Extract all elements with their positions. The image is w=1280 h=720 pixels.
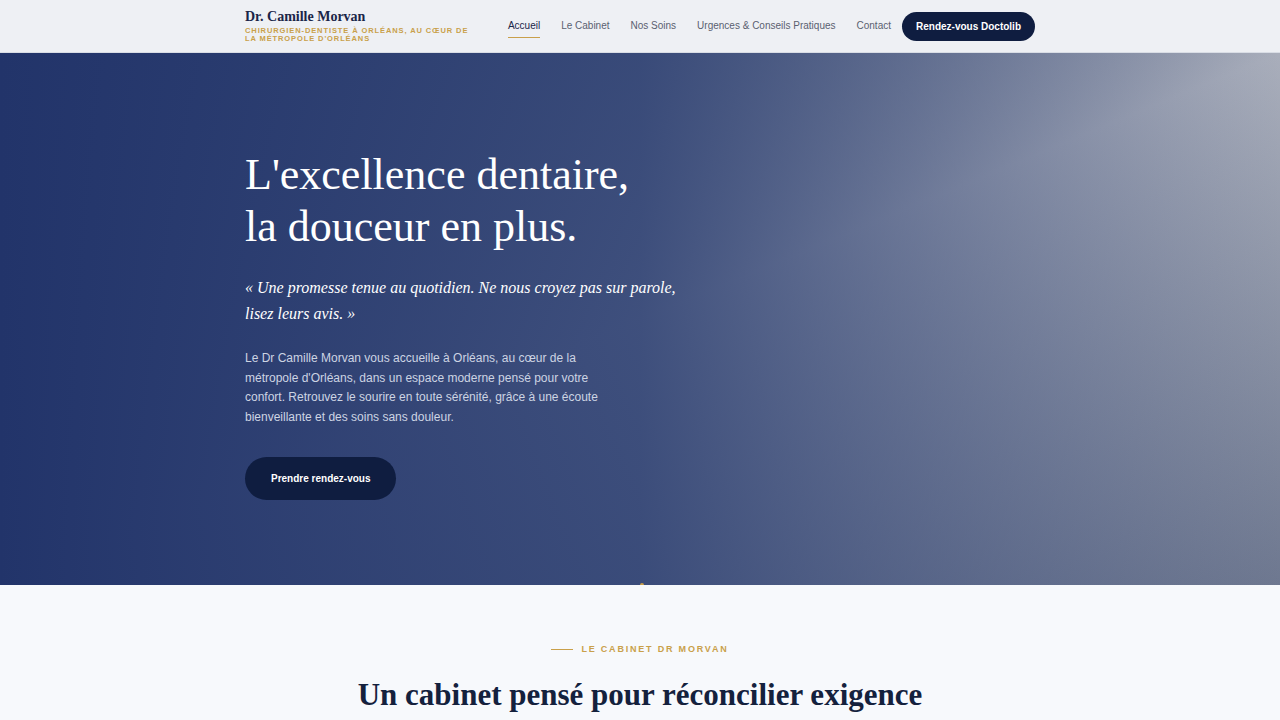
brand[interactable]: Dr. Camille Morvan CHIRURGIEN-DENTISTE À …	[245, 9, 477, 43]
appointment-button[interactable]: Prendre rendez-vous	[245, 457, 396, 500]
nav-link[interactable]: Accueil	[508, 14, 540, 38]
nav-link[interactable]: Le Cabinet	[561, 14, 609, 38]
section-heading: Un cabinet pensé pour réconcilier exigen…	[358, 675, 923, 715]
nav-link[interactable]: Nos Soins	[631, 14, 677, 38]
page: Dr. Camille Morvan CHIRURGIEN-DENTISTE À …	[0, 0, 1280, 720]
cabinet-section: LE CABINET DR MORVAN Un cabinet pensé pou…	[0, 585, 1280, 715]
site-header: Dr. Camille Morvan CHIRURGIEN-DENTISTE À …	[0, 0, 1280, 53]
brand-name: Dr. Camille Morvan	[245, 9, 477, 25]
hero-quote: « Une promesse tenue au quotidien. Ne no…	[245, 275, 685, 327]
section-eyebrow: LE CABINET DR MORVAN	[551, 643, 728, 657]
hero: L'excellence dentaire,la douceur en plus…	[0, 53, 1280, 585]
main-nav: Accueil Le Cabinet Nos Soins Urgences & Con…	[508, 12, 1035, 41]
brand-tagline: CHIRURGIEN-DENTISTE À ORLÉANS, AU CŒUR D…	[245, 27, 477, 43]
scroll-dot	[640, 583, 644, 585]
hero-overlay	[0, 53, 1280, 585]
doctolib-button[interactable]: Rendez-vous Doctolib	[902, 12, 1035, 41]
hero-title: L'excellence dentaire,la douceur en plus…	[245, 149, 1035, 253]
hero-body: Le Dr Camille Morvan vous accueille à Or…	[245, 349, 625, 427]
nav-link[interactable]: Urgences & Conseils Pratiques	[697, 14, 835, 38]
nav-link[interactable]: Contact	[857, 14, 891, 38]
